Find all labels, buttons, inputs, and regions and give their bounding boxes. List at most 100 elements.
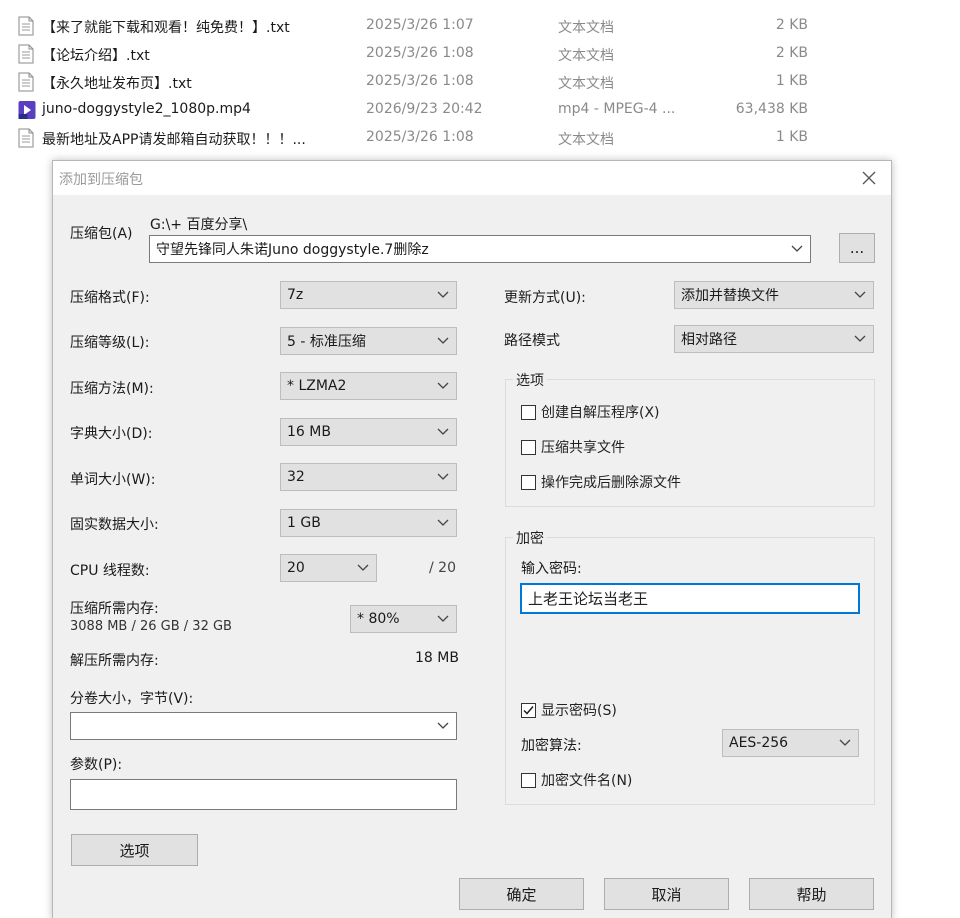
mem-decompress-label: 解压所需内存: <box>70 653 159 669</box>
close-button[interactable] <box>847 161 891 195</box>
chevron-down-icon[interactable] <box>784 236 810 262</box>
mem-compress-select[interactable]: * 80% <box>350 605 457 633</box>
word-label: 单词大小(W): <box>70 472 156 488</box>
dict-select[interactable]: 16 MB <box>280 418 457 446</box>
sfx-label: 创建自解压程序(X) <box>541 405 660 421</box>
file-name: 【永久地址发布页】.txt <box>42 76 192 92</box>
chevron-down-icon <box>847 326 873 352</box>
file-type: 文本文档 <box>558 132 614 148</box>
cpu-label: CPU 线程数: <box>70 563 150 579</box>
encryption-method-label: 加密算法: <box>521 738 582 754</box>
close-icon <box>862 171 876 185</box>
sfx-checkbox[interactable]: 创建自解压程序(X) <box>521 402 660 422</box>
text-file-icon <box>18 44 34 64</box>
update-label: 更新方式(U): <box>504 290 586 306</box>
method-label: 压缩方法(M): <box>70 381 154 397</box>
archive-name-combo[interactable]: 守望先锋同人朱诺Juno doggystyle.7删除z <box>149 235 811 263</box>
chevron-down-icon <box>847 282 873 308</box>
checkbox-box <box>521 772 536 788</box>
chevron-down-icon <box>832 730 858 756</box>
dialog-titlebar[interactable]: 添加到压缩包 <box>53 161 891 195</box>
file-size: 2 KB <box>775 17 808 33</box>
mem-decompress-value: 18 MB <box>415 650 459 666</box>
cpu-select[interactable]: 20 <box>280 554 377 582</box>
path-mode-label: 路径模式 <box>504 333 560 349</box>
file-row[interactable]: 最新地址及APP请发邮箱自动获取！！！... 2025/3/26 1:08 文本… <box>0 124 960 152</box>
params-input[interactable] <box>70 779 457 810</box>
update-value: 添加并替换文件 <box>681 288 779 304</box>
volume-label: 分卷大小，字节(V): <box>70 691 194 707</box>
show-password-label: 显示密码(S) <box>541 703 617 719</box>
delete-label: 操作完成后删除源文件 <box>541 475 681 491</box>
word-value: 32 <box>287 469 305 485</box>
checkbox-box <box>521 702 536 718</box>
archive-path: G:\+ 百度分享\ <box>150 217 248 233</box>
archive-label: 压缩包(A) <box>70 226 133 242</box>
chevron-down-icon <box>430 373 456 399</box>
format-label: 压缩格式(F): <box>70 290 150 306</box>
path-mode-value: 相对路径 <box>681 332 737 348</box>
volume-combo[interactable] <box>70 712 457 740</box>
file-date: 2025/3/26 1:08 <box>366 73 474 89</box>
chevron-down-icon <box>430 713 456 739</box>
text-file-icon <box>18 72 34 92</box>
checkbox-box <box>521 474 536 490</box>
params-label: 参数(P): <box>70 757 123 773</box>
delete-checkbox[interactable]: 操作完成后删除源文件 <box>521 472 681 492</box>
text-file-icon <box>18 128 34 148</box>
format-value: 7z <box>287 287 304 303</box>
mem-compress-label: 压缩所需内存: <box>70 601 159 617</box>
file-row[interactable]: juno-doggystyle2_1080p.mp4 2026/9/23 20:… <box>0 96 960 124</box>
add-to-archive-dialog: 添加到压缩包 压缩包(A) G:\+ 百度分享\ 守望先锋同人朱诺Juno do… <box>52 160 892 918</box>
chevron-down-icon <box>430 606 456 632</box>
update-select[interactable]: 添加并替换文件 <box>674 281 874 309</box>
method-select[interactable]: * LZMA2 <box>280 372 457 400</box>
level-select[interactable]: 5 - 标准压缩 <box>280 327 457 355</box>
path-mode-select[interactable]: 相对路径 <box>674 325 874 353</box>
file-date: 2025/3/26 1:08 <box>366 129 474 145</box>
chevron-down-icon <box>430 510 456 536</box>
chevron-down-icon <box>430 464 456 490</box>
chevron-down-icon <box>430 419 456 445</box>
archive-name-value: 守望先锋同人朱诺Juno doggystyle.7删除z <box>156 242 429 258</box>
browse-button[interactable]: ... <box>839 233 875 263</box>
file-date: 2026/9/23 20:42 <box>366 101 483 117</box>
encrypt-names-checkbox[interactable]: 加密文件名(N) <box>521 770 632 790</box>
format-select[interactable]: 7z <box>280 281 457 309</box>
solid-value: 1 GB <box>287 515 321 531</box>
options-button[interactable]: 选项 <box>71 834 198 866</box>
file-type: 文本文档 <box>558 48 614 64</box>
cancel-button[interactable]: 取消 <box>604 878 729 910</box>
file-list: 【来了就能下载和观看！纯免费！】.txt 2025/3/26 1:07 文本文档… <box>0 12 960 152</box>
encryption-method-select[interactable]: AES-256 <box>722 729 859 757</box>
ok-button[interactable]: 确定 <box>459 878 584 910</box>
checkbox-box <box>521 404 536 420</box>
help-button[interactable]: 帮助 <box>749 878 874 910</box>
file-name: 【论坛介绍】.txt <box>42 48 150 64</box>
checkbox-box <box>521 439 536 455</box>
options-group-title: 选项 <box>513 370 547 390</box>
mem-compress-detail: 3088 MB / 26 GB / 32 GB <box>70 619 232 634</box>
text-file-icon <box>18 16 34 36</box>
cpu-total: / 20 <box>429 560 456 576</box>
file-date: 2025/3/26 1:08 <box>366 45 474 61</box>
method-value: * LZMA2 <box>287 378 347 394</box>
password-input[interactable]: 上老王论坛当老王 <box>520 583 860 614</box>
file-row[interactable]: 【永久地址发布页】.txt 2025/3/26 1:08 文本文档 1 KB <box>0 68 960 96</box>
file-name: 最新地址及APP请发邮箱自动获取！！！... <box>42 132 306 148</box>
encrypt-names-label: 加密文件名(N) <box>541 773 633 789</box>
word-select[interactable]: 32 <box>280 463 457 491</box>
file-type: 文本文档 <box>558 20 614 36</box>
dialog-title: 添加到压缩包 <box>59 172 143 188</box>
file-size: 1 KB <box>775 129 808 145</box>
solid-select[interactable]: 1 GB <box>280 509 457 537</box>
file-row[interactable]: 【来了就能下载和观看！纯免费！】.txt 2025/3/26 1:07 文本文档… <box>0 12 960 40</box>
checkmark-icon <box>523 705 534 715</box>
shared-checkbox[interactable]: 压缩共享文件 <box>521 437 625 457</box>
level-value: 5 - 标准压缩 <box>287 334 366 350</box>
show-password-checkbox[interactable]: 显示密码(S) <box>521 700 617 720</box>
file-size: 63,438 KB <box>735 101 808 117</box>
file-row[interactable]: 【论坛介绍】.txt 2025/3/26 1:08 文本文档 2 KB <box>0 40 960 68</box>
cpu-value: 20 <box>287 560 305 576</box>
encryption-method-value: AES-256 <box>729 735 789 751</box>
